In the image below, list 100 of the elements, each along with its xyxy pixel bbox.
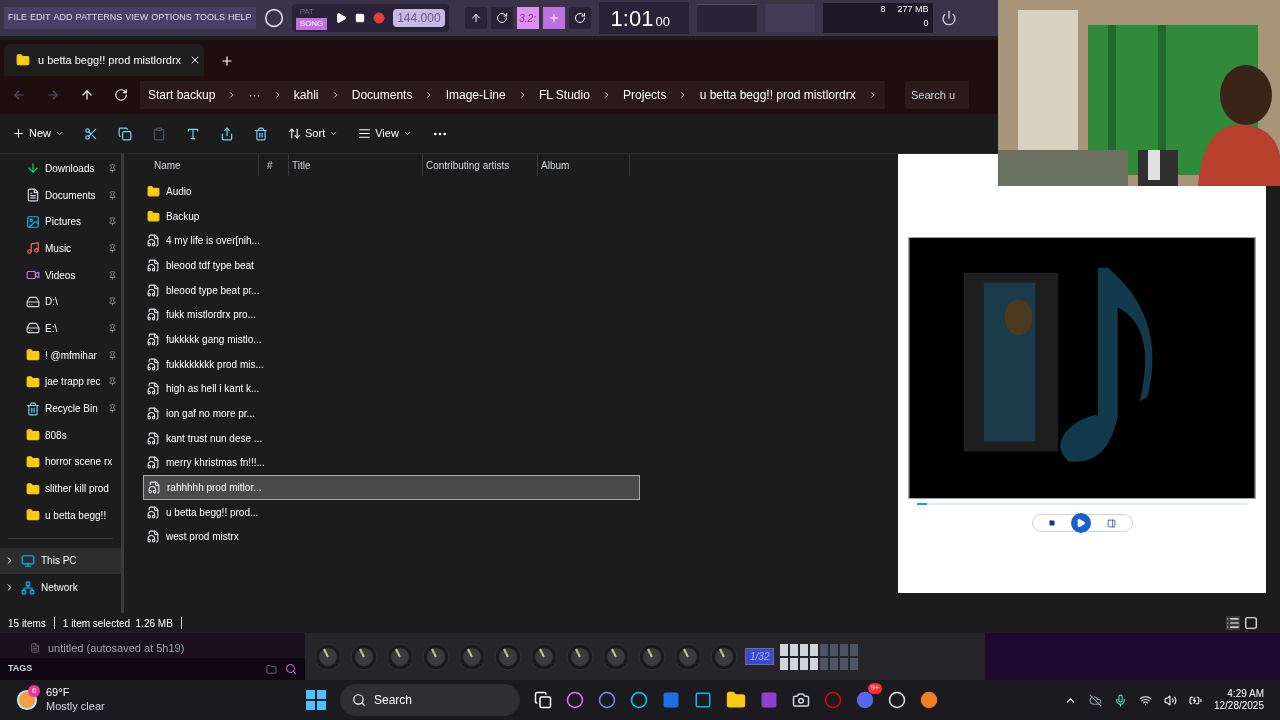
knob-icon bbox=[349, 641, 379, 672]
app-icon[interactable] bbox=[598, 691, 616, 709]
sidebar-item[interactable]: D:\ bbox=[0, 288, 121, 316]
file-row[interactable]: kant trust nun dese ... bbox=[143, 425, 640, 451]
tool-icon[interactable] bbox=[490, 7, 513, 29]
power-icon[interactable] bbox=[940, 10, 957, 26]
folder-icon bbox=[26, 428, 40, 443]
file-row[interactable]: high as hell i kant k... bbox=[143, 376, 640, 402]
sidebar-item[interactable]: slither kill prod bbox=[0, 475, 121, 502]
sidebar-item[interactable]: 808s bbox=[0, 421, 121, 449]
sidebar-item[interactable]: Documents bbox=[0, 181, 121, 209]
sidebar-item[interactable]: Videos bbox=[0, 261, 121, 289]
menu-item[interactable]: VIEW bbox=[125, 11, 149, 25]
tree-item[interactable]: Network bbox=[0, 574, 121, 601]
breadcrumb[interactable]: kahli bbox=[293, 86, 319, 104]
file-row[interactable]: merry khristmas fn!!!... bbox=[143, 450, 640, 476]
tree-item[interactable]: This PC bbox=[0, 547, 121, 575]
camera-icon[interactable] bbox=[792, 691, 810, 709]
cloud-icon[interactable] bbox=[1088, 693, 1102, 707]
cut-icon[interactable] bbox=[84, 126, 98, 141]
search-icon[interactable] bbox=[285, 663, 297, 675]
breadcrumb[interactable]: Start backup bbox=[148, 86, 216, 104]
column-header[interactable]: Album bbox=[538, 154, 630, 176]
file-row[interactable]: ion gaf no more pr... bbox=[143, 401, 640, 426]
clock-date[interactable]: 12/28/2025 bbox=[1213, 700, 1264, 713]
column-header[interactable]: Contributing artists bbox=[423, 154, 538, 176]
app-icon[interactable] bbox=[566, 691, 584, 709]
clock-time[interactable]: 4:29 AM bbox=[1227, 687, 1264, 700]
file-row[interactable]: u betta begg!! prod... bbox=[143, 499, 640, 525]
new-tab-icon[interactable] bbox=[220, 54, 234, 68]
breadcrumb[interactable]: Image-Line bbox=[445, 86, 506, 104]
up-icon[interactable] bbox=[80, 88, 94, 102]
breadcrumb[interactable]: Projects bbox=[623, 86, 667, 104]
file-row[interactable]: fukk mistlordrx pro... bbox=[143, 302, 640, 328]
breadcrumb[interactable]: FL Studio bbox=[538, 86, 590, 104]
wifi-icon[interactable] bbox=[1138, 693, 1152, 707]
column-header[interactable]: Title bbox=[289, 154, 423, 176]
tool-icon[interactable] bbox=[568, 7, 591, 29]
start-icon[interactable] bbox=[306, 690, 326, 710]
tool-icon[interactable] bbox=[542, 7, 565, 29]
address-bar[interactable]: Start backup ··· kahli Documents Image-Line FL Studio Projects u betta begg!! prod mistlordrx bbox=[140, 81, 885, 109]
file-row[interactable]: rahhhhh prod mitlor... bbox=[143, 475, 640, 500]
details-view-icon[interactable] bbox=[1226, 616, 1240, 630]
task-view-icon[interactable] bbox=[534, 691, 552, 709]
delete-icon[interactable] bbox=[254, 126, 268, 141]
file-row[interactable]: west prod mistrx bbox=[143, 524, 640, 550]
file-row[interactable]: Backup bbox=[143, 203, 640, 229]
record-icon[interactable] bbox=[373, 12, 386, 24]
sort-button[interactable]: Sort bbox=[288, 125, 339, 142]
menu-item[interactable]: ADD bbox=[53, 11, 73, 25]
share-icon[interactable] bbox=[220, 126, 234, 141]
metronome-icon[interactable] bbox=[464, 7, 487, 29]
file-row[interactable]: Audio bbox=[143, 179, 640, 204]
menu-item[interactable]: PATTERNS bbox=[75, 11, 123, 25]
volume-icon[interactable] bbox=[1163, 693, 1177, 707]
rename-icon[interactable] bbox=[186, 126, 200, 141]
file-row[interactable]: fukkkkk gang mistlo... bbox=[143, 327, 640, 352]
status-text: 1 item selected 1.26 MB bbox=[62, 616, 173, 631]
taskbar-search[interactable]: Search bbox=[340, 684, 520, 716]
play-icon[interactable] bbox=[335, 12, 348, 24]
column-header[interactable]: Name bbox=[143, 154, 259, 176]
sidebar-item[interactable]: Downloads bbox=[0, 155, 121, 182]
sidebar-item[interactable]: horror scene rx bbox=[0, 448, 121, 476]
column-header[interactable]: # bbox=[259, 154, 289, 176]
folder-icon bbox=[26, 508, 40, 523]
preview-view-icon[interactable] bbox=[1244, 616, 1258, 630]
master-knob-icon[interactable] bbox=[263, 8, 284, 28]
sidebar-item[interactable]: Pictures bbox=[0, 208, 121, 236]
copy-icon[interactable] bbox=[118, 126, 132, 141]
menu-item[interactable]: FILE bbox=[8, 11, 27, 25]
sidebar-item[interactable]: jae trapp rec bbox=[0, 368, 121, 396]
app-icon[interactable] bbox=[760, 691, 778, 709]
folder-icon[interactable] bbox=[726, 690, 746, 710]
menu-item[interactable]: EDIT bbox=[30, 11, 51, 25]
file-row[interactable]: bleood tdf type beat bbox=[143, 253, 640, 278]
menu-item[interactable]: HELP bbox=[228, 11, 252, 25]
refresh-icon[interactable] bbox=[114, 88, 128, 102]
breadcrumb[interactable]: u betta begg!! prod mistlordrx bbox=[699, 86, 856, 104]
sidebar-item[interactable]: Music bbox=[0, 235, 121, 262]
sidebar-item[interactable]: u betta begg!! bbox=[0, 501, 121, 529]
menu-item[interactable]: TOOLS bbox=[194, 11, 226, 25]
new-button[interactable]: New bbox=[12, 125, 64, 142]
sidebar-item[interactable]: E:\ bbox=[0, 315, 121, 342]
play-icon bbox=[1075, 518, 1086, 528]
view-button[interactable]: View bbox=[358, 125, 412, 142]
explorer-tab[interactable]: u betta begg!! prod mistlordrx bbox=[4, 44, 204, 76]
file-row[interactable]: fukkkkkkkk prod mis... bbox=[143, 351, 640, 377]
breadcrumb[interactable]: Documents bbox=[351, 86, 413, 104]
play-button[interactable] bbox=[1070, 513, 1091, 533]
file-row[interactable]: bleood type beat pr... bbox=[143, 277, 640, 303]
stop-icon[interactable] bbox=[1048, 520, 1055, 526]
browser-item[interactable]: untitled (autosaved at 5h19) bbox=[48, 639, 185, 657]
sidebar-item[interactable]: ! @mfmihar bbox=[0, 341, 121, 369]
file-row[interactable]: 4 my life is over[nih... bbox=[143, 228, 640, 254]
mic-icon[interactable] bbox=[1113, 693, 1127, 707]
search-field[interactable]: Search u bbox=[905, 81, 969, 109]
breadcrumb[interactable]: ··· bbox=[248, 86, 261, 104]
sidebar-item[interactable]: Recycle Bin bbox=[0, 395, 121, 422]
fullscreen-icon[interactable] bbox=[1106, 518, 1116, 528]
menu-item[interactable]: OPTIONS bbox=[151, 11, 192, 25]
